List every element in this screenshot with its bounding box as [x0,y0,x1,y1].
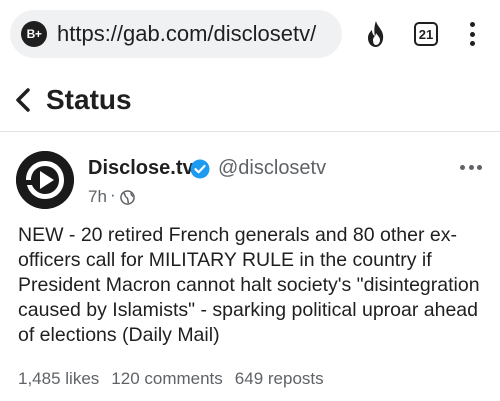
author-handle[interactable]: @disclosetv [218,157,326,180]
author-name[interactable]: Disclose.tv [88,157,194,180]
likes-count[interactable]: 1,485 likes [18,369,99,389]
time-separator: · [110,185,116,204]
address-bar[interactable]: B+ https://gab.com/disclosetv/ [10,10,342,58]
comments-count[interactable]: 120 comments [111,369,223,389]
post-options-icon[interactable] [460,165,482,171]
post-stats: 1,485 likes 120 comments 649 reposts [18,369,324,389]
post-timestamp[interactable]: 7h [88,187,107,207]
disclosetv-logo-icon [16,151,74,209]
avatar[interactable] [16,151,74,209]
url-text[interactable]: https://gab.com/disclosetv/ [57,21,316,47]
kebab-menu-icon[interactable] [464,20,480,48]
page-header: Status [0,68,500,132]
globe-icon [120,190,135,205]
post-body: NEW - 20 retired French generals and 80 … [18,224,480,346]
browser-toolbar: B+ https://gab.com/disclosetv/ 21 [0,0,500,68]
site-badge-icon[interactable]: B+ [21,21,47,47]
status-post: Disclose.tv @disclosetv 7h · NEW - 20 re… [0,133,500,401]
reposts-count[interactable]: 649 reposts [235,369,324,389]
chevron-left-icon[interactable] [14,86,36,114]
tab-count-button[interactable]: 21 [414,22,438,46]
flame-icon[interactable] [364,20,388,48]
page-title: Status [46,83,132,115]
verified-badge-icon [190,159,210,179]
